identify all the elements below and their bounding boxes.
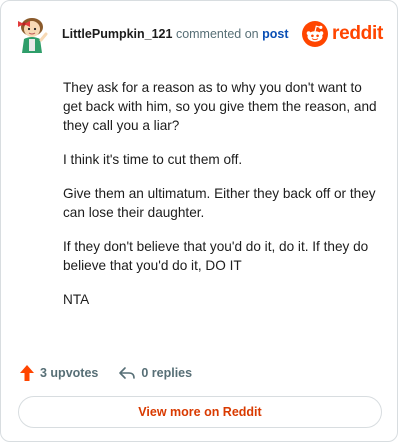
username-link[interactable]: LittlePumpkin_121 xyxy=(62,27,172,41)
reply-count: 0 replies xyxy=(141,366,193,380)
comment-paragraph: I think it's time to cut them off. xyxy=(63,152,243,167)
upvote-arrow-icon xyxy=(20,365,34,381)
reddit-wordmark: reddit xyxy=(332,23,383,44)
reply-arrow-icon xyxy=(119,367,136,379)
reddit-brand[interactable]: reddit xyxy=(302,21,383,47)
reddit-logo-icon xyxy=(302,21,329,47)
comment-stats: 3 upvotes 0 replies xyxy=(19,363,212,383)
comment-paragraph: If they don't believe that you'd do it, … xyxy=(63,239,369,273)
comment-meta: LittlePumpkin_121 commented on post xyxy=(62,27,289,41)
comment-embed-card: LittlePumpkin_121 commented on post redd… xyxy=(0,0,398,442)
avatar-icon[interactable] xyxy=(15,15,51,55)
comment-body: They ask for a reason as to why you don'… xyxy=(63,78,381,324)
comment-paragraph: They ask for a reason as to why you don'… xyxy=(63,80,377,133)
action-text: commented on xyxy=(175,27,259,41)
comment-paragraph: Give them an ultimatum. Either they back… xyxy=(63,186,376,220)
view-more-button[interactable]: View more on Reddit xyxy=(18,396,382,428)
reply-stat[interactable]: 0 replies xyxy=(118,365,192,381)
comment-header: LittlePumpkin_121 commented on post redd… xyxy=(15,15,383,55)
post-link[interactable]: post xyxy=(262,27,288,41)
comment-paragraph: NTA xyxy=(63,292,90,307)
upvote-count: 3 upvotes xyxy=(40,366,99,380)
upvote-stat[interactable]: 3 upvotes xyxy=(19,364,98,382)
